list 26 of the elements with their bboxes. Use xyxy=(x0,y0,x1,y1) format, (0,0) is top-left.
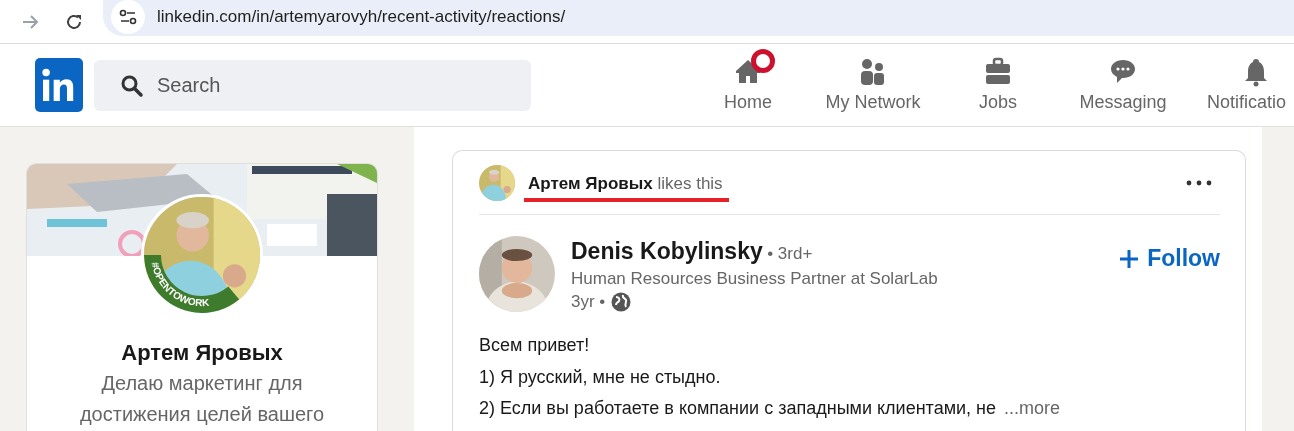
connection-degree: • 3rd+ xyxy=(767,244,813,263)
post-text: Всем привет! xyxy=(479,335,590,355)
forward-icon[interactable] xyxy=(22,13,40,30)
search-icon xyxy=(119,73,144,98)
linkedin-logo[interactable] xyxy=(35,58,83,112)
nav-item[interactable]: Notificatio xyxy=(1198,44,1294,126)
site-settings-icon[interactable] xyxy=(119,8,137,25)
nav-item[interactable]: Jobs xyxy=(948,44,1047,126)
post-text: 1) Я русский, мне не стыдно. xyxy=(479,366,721,387)
author-headline: Human Resources Business Partner at SolarLab xyxy=(571,269,938,289)
follow-button[interactable]: Follow xyxy=(1119,245,1220,272)
profile-headline: Делаю маркетинг для достижения целей вашего xyxy=(78,371,326,427)
activity-text: Артем Яровых likes this xyxy=(528,173,723,194)
see-more-link[interactable]: ...more xyxy=(1004,398,1061,418)
post-time: 3yr • xyxy=(571,292,606,312)
nav-item[interactable]: Home xyxy=(698,44,797,126)
post-text: 2) Если вы работаете в компании с западными клиентами, не xyxy=(479,398,997,418)
search-field[interactable]: Search xyxy=(93,59,531,111)
nav-item[interactable]: My Network xyxy=(796,44,949,126)
profile-name[interactable]: Артем Яровых xyxy=(27,340,377,366)
more-options-icon[interactable] xyxy=(1186,179,1212,186)
author-name[interactable]: Denis Kobylinsky xyxy=(571,238,763,264)
plus-icon xyxy=(1119,248,1140,269)
nav-item[interactable]: Messaging xyxy=(1046,44,1199,126)
reload-icon[interactable] xyxy=(65,12,83,31)
globe-icon xyxy=(611,292,632,312)
